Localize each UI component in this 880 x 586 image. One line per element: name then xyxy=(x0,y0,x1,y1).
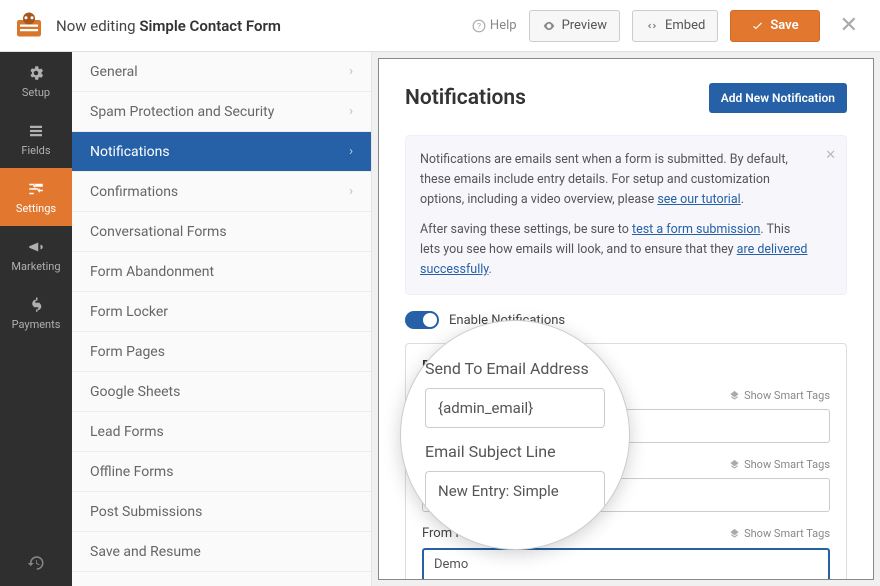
subject-label: Email Subject Line xyxy=(422,457,528,472)
enable-label: Enable Notifications xyxy=(449,313,565,328)
sub-conversational[interactable]: Conversational Forms xyxy=(72,212,371,252)
add-new-notification-button[interactable]: Add New Notification xyxy=(709,83,847,113)
sub-pages[interactable]: Form Pages xyxy=(72,332,371,372)
sub-save-resume[interactable]: Save and Resume xyxy=(72,532,371,572)
save-button[interactable]: Save xyxy=(730,10,819,42)
smart-tags-subject[interactable]: Show Smart Tags xyxy=(729,458,830,471)
close-icon[interactable]: ✕ xyxy=(832,13,866,38)
info-box: ✕ Notifications are emails sent when a f… xyxy=(405,135,847,295)
notifications-panel: Notifications Add New Notification ✕ Not… xyxy=(378,58,874,580)
settings-submenu: General› Spam Protection and Security› N… xyxy=(72,52,372,586)
dismiss-icon[interactable]: ✕ xyxy=(825,146,836,167)
enable-notifications-toggle[interactable] xyxy=(405,311,439,329)
embed-button[interactable]: Embed xyxy=(632,10,718,42)
now-editing: Now editing Simple Contact Form xyxy=(56,17,281,35)
card-title: Default Notification xyxy=(422,358,830,374)
sub-spam[interactable]: Spam Protection and Security› xyxy=(72,92,371,132)
sub-sheets[interactable]: Google Sheets xyxy=(72,372,371,412)
sub-notifications[interactable]: Notifications› xyxy=(72,132,371,172)
rail-setup[interactable]: Setup xyxy=(0,52,72,110)
smart-tags-sendto[interactable]: Show Smart Tags xyxy=(729,389,830,402)
sub-lead[interactable]: Lead Forms xyxy=(72,412,371,452)
from-name-input[interactable] xyxy=(422,548,830,581)
sub-post[interactable]: Post Submissions xyxy=(72,492,371,532)
help-link[interactable]: ? Help xyxy=(472,18,517,33)
wpforms-logo xyxy=(14,11,44,41)
rail-history[interactable] xyxy=(0,540,72,586)
panel-title: Notifications xyxy=(405,86,526,110)
sub-confirmations[interactable]: Confirmations› xyxy=(72,172,371,212)
send-to-input[interactable] xyxy=(422,409,830,443)
sub-abandonment[interactable]: Form Abandonment xyxy=(72,252,371,292)
tutorial-link[interactable]: see our tutorial xyxy=(657,192,740,207)
from-name-label: From Name? xyxy=(422,526,508,542)
rail-fields[interactable]: Fields xyxy=(0,110,72,168)
rail-settings[interactable]: Settings xyxy=(0,168,72,226)
svg-text:?: ? xyxy=(477,20,481,30)
default-notification-card: Default Notification Send To Email Addre… xyxy=(405,343,847,580)
smart-tags-fromname[interactable]: Show Smart Tags xyxy=(729,527,830,540)
left-rail: Setup Fields Settings Marketing Payments xyxy=(0,52,72,586)
subject-input[interactable] xyxy=(422,478,830,512)
sub-locker[interactable]: Form Locker xyxy=(72,292,371,332)
sub-general[interactable]: General› xyxy=(72,52,371,92)
test-submission-link[interactable]: test a form submission xyxy=(632,222,760,237)
sub-offline[interactable]: Offline Forms xyxy=(72,452,371,492)
rail-marketing[interactable]: Marketing xyxy=(0,226,72,284)
rail-payments[interactable]: Payments xyxy=(0,284,72,342)
send-to-label: Send To Email Address xyxy=(422,388,555,403)
preview-button[interactable]: Preview xyxy=(529,10,620,42)
